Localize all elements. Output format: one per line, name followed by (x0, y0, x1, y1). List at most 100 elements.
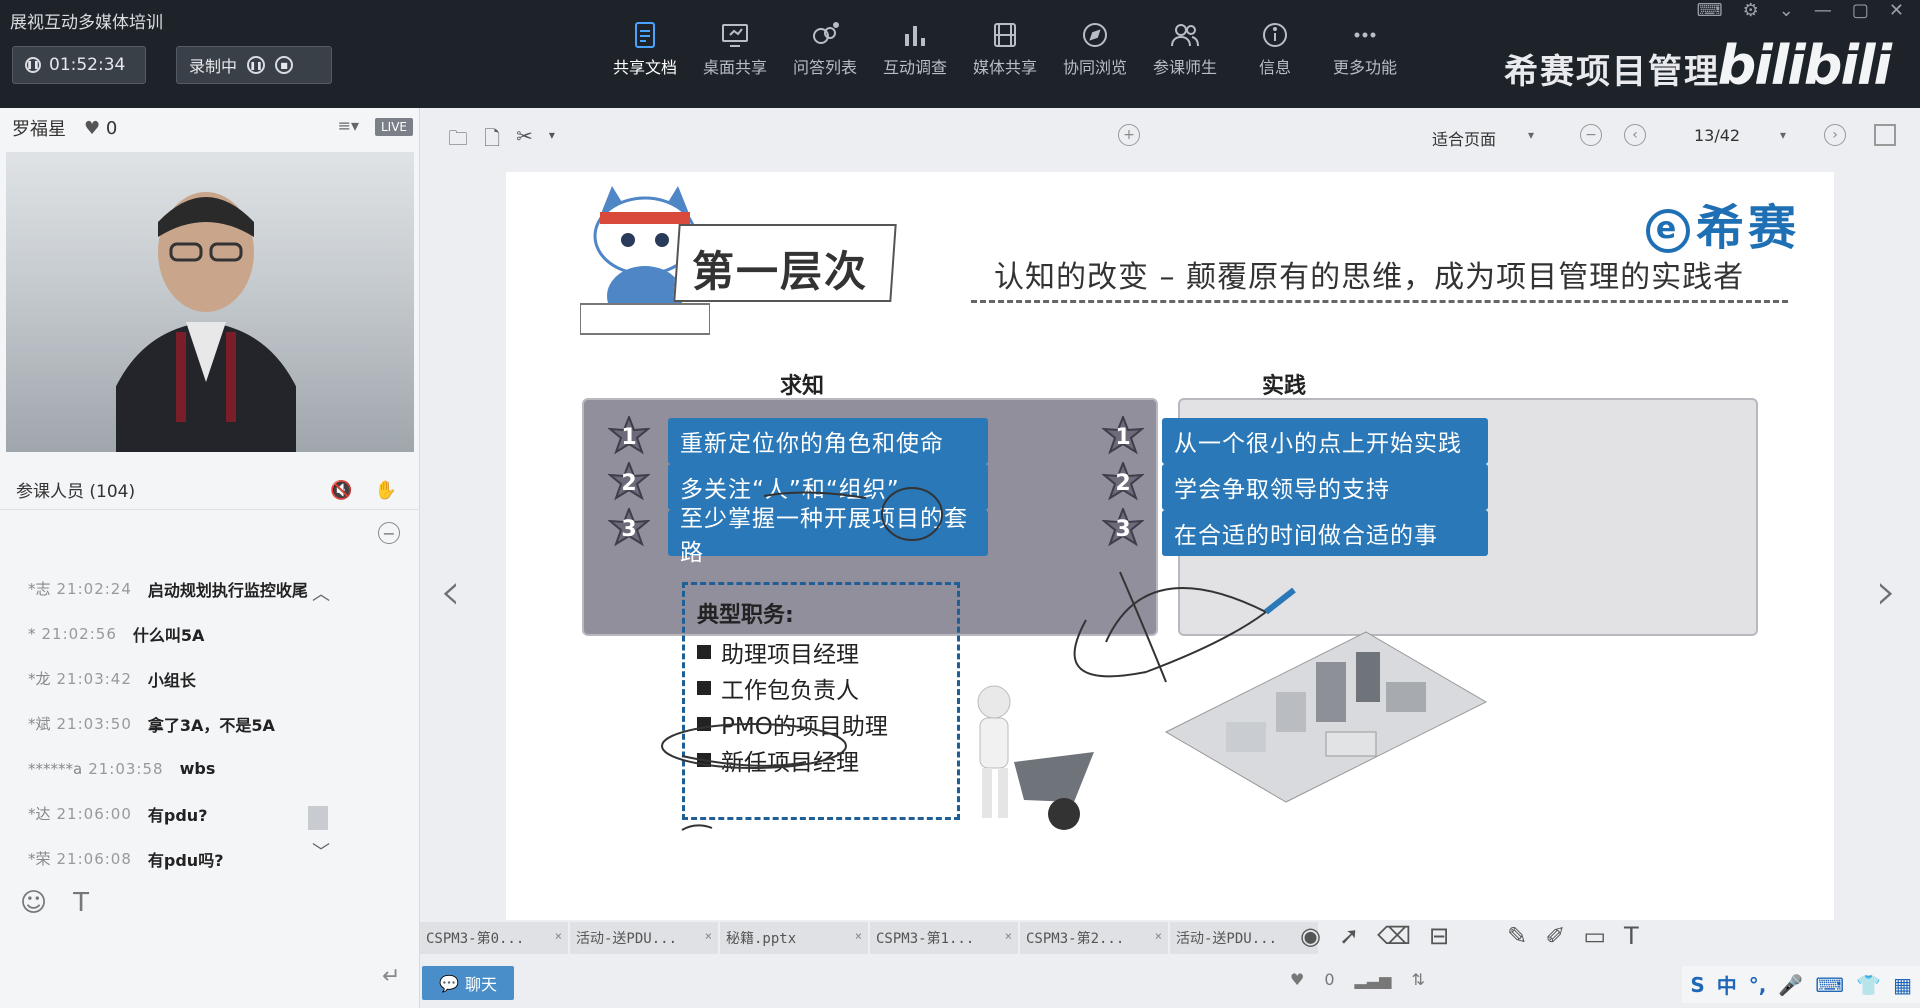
skin-icon[interactable]: 👕 (1856, 973, 1881, 997)
tool-media-share[interactable]: 媒体共享 (960, 16, 1050, 78)
role-item: 工作包负责人 (697, 671, 859, 705)
mute-icon[interactable]: 🔇 (330, 480, 352, 501)
annotation-toolbar: ◉ ➚ ⌫ ⊟ ✎ ✐ ▭ T (1300, 922, 1639, 950)
doc-tab[interactable]: CSPM3-第2... × (1020, 922, 1168, 954)
left-heading: 求知 (780, 374, 825, 399)
logo-e-icon: e (1646, 209, 1690, 253)
chat-message: ******a 21:03:58 wbs (28, 746, 388, 791)
page-indicator[interactable]: 13/42 (1694, 126, 1740, 145)
tool-desktop-share[interactable]: 桌面共享 (690, 16, 780, 78)
tab-label: 活动-送PDU... (576, 931, 678, 947)
doc-tab[interactable]: CSPM3-第1... × (870, 922, 1018, 954)
fit-page-select[interactable]: 适合页面 (1432, 126, 1496, 150)
tool-info[interactable]: 信息 (1230, 16, 1320, 78)
role-text: 新任项目经理 (721, 750, 859, 776)
more-icon (1354, 32, 1376, 38)
zoom-in-icon[interactable]: + (1118, 124, 1140, 146)
chevron-down-icon[interactable]: ▾ (1528, 128, 1534, 142)
chat-message: * 21:02:56 什么叫5A (28, 611, 388, 656)
close-icon[interactable]: × (705, 929, 712, 943)
number-badge: 1 (1100, 414, 1146, 458)
grid-icon[interactable]: ▦ (1893, 973, 1912, 997)
chevron-down-icon[interactable]: ▾ (549, 124, 555, 158)
pen-icon[interactable]: ✐ (1545, 922, 1565, 950)
rectangle-icon[interactable]: ▭ (1583, 922, 1606, 950)
doc-tab[interactable]: 活动-送PDU... × (570, 922, 718, 954)
close-icon[interactable]: × (1005, 929, 1012, 943)
fullscreen-icon[interactable] (1874, 124, 1896, 146)
tool-more[interactable]: 更多功能 (1320, 16, 1410, 78)
keyboard-icon[interactable]: ⌨ (1697, 0, 1723, 21)
prev-page-icon[interactable]: ‹ (1624, 124, 1646, 146)
chevron-down-icon[interactable]: ⌄ (1779, 0, 1794, 21)
co-browse-icon (1083, 23, 1107, 47)
scroll-down-icon[interactable]: ﹀ (312, 838, 330, 864)
participants-icon (1171, 24, 1199, 47)
doc-tab[interactable]: 秘籍.pptx × (720, 922, 868, 954)
doc-tab[interactable]: CSPM3-第0... × (420, 922, 568, 954)
document-tabs: CSPM3-第0... × 活动-送PDU... × 秘籍.pptx × CSPM3-… (420, 922, 1320, 954)
chat-button[interactable]: 💬 聊天 (422, 966, 514, 1000)
next-slide-icon[interactable]: › (1876, 562, 1897, 622)
prev-slide-icon[interactable]: ‹ (440, 562, 461, 622)
collapse-icon[interactable]: − (378, 522, 400, 544)
minimize-icon[interactable]: — (1814, 0, 1832, 21)
hand-icon[interactable]: ✋ (375, 480, 397, 501)
number-badge: 2 (606, 460, 652, 504)
settings-icon[interactable]: ⚙ (1743, 0, 1759, 21)
sogou-logo-icon[interactable]: S (1690, 973, 1704, 997)
new-file-icon[interactable]: 🗋 (484, 124, 500, 158)
doc-tab[interactable]: 活动-送PDU... × (1170, 922, 1318, 954)
eraser-icon[interactable]: ⌫ (1377, 922, 1411, 950)
microphone-icon[interactable]: 🎤 (1778, 973, 1803, 997)
recording-control[interactable]: 录制中 ❚❚ ■ (176, 46, 332, 84)
typical-roles-box: 典型职务: 助理项目经理 工作包负责人 PMO的项目助理 新任项目经理 (682, 582, 960, 820)
scissors-icon[interactable]: ✂ (516, 124, 533, 158)
close-icon[interactable]: × (555, 929, 562, 943)
punctuation-icon[interactable]: °, (1749, 973, 1767, 997)
return-icon[interactable]: ↵ (382, 964, 400, 989)
close-icon[interactable]: × (855, 929, 862, 943)
maximize-icon[interactable]: ▢ (1852, 0, 1869, 21)
list-menu-icon[interactable]: ≡▾ (338, 116, 359, 135)
stop-recording-icon[interactable]: ■ (275, 56, 294, 74)
ime-mode[interactable]: 中 (1717, 970, 1737, 999)
chat-messages: *志 21:02:24 启动规划执行监控收尾 * 21:02:56 什么叫5A *龙 21… (28, 566, 388, 881)
close-icon[interactable]: × (1155, 929, 1162, 943)
scroll-up-icon[interactable]: ︿ (312, 580, 330, 606)
heart-icon[interactable]: ♥ (1290, 970, 1304, 989)
chat-time: 21:02:24 (56, 579, 132, 598)
tool-participants[interactable]: 参课师生 (1140, 16, 1230, 78)
chat-sender: ******a (28, 759, 83, 778)
close-icon[interactable]: ✕ (1889, 0, 1904, 21)
tool-share-doc[interactable]: 共享文档 (600, 16, 690, 78)
chat-sender: *达 (28, 805, 51, 823)
pointer-icon[interactable]: ➚ (1339, 922, 1359, 950)
chat-input-tools: ☺ T (20, 888, 89, 918)
text-format-icon[interactable]: T (73, 888, 89, 918)
chat-scrollbar[interactable] (308, 806, 328, 830)
session-timer[interactable]: ❚❚ 01:52:34 (12, 46, 146, 84)
open-folder-icon[interactable]: 🗀 (448, 124, 468, 158)
next-page-icon[interactable]: › (1824, 124, 1846, 146)
record-dot-icon[interactable]: ◉ (1300, 922, 1321, 950)
tool-survey[interactable]: 互动调查 (870, 16, 960, 78)
status-like-count: 0 (1324, 970, 1335, 989)
like-group[interactable]: ♥ 0 (84, 118, 117, 139)
emoji-icon[interactable]: ☺ (20, 888, 47, 918)
roles-title: 典型职务: (697, 603, 794, 628)
pause-recording-icon[interactable]: ❚❚ (247, 56, 266, 74)
chat-sender: *斌 (28, 715, 51, 733)
tool-label: 信息 (1258, 58, 1291, 77)
chevron-down-icon[interactable]: ▾ (1780, 128, 1786, 142)
highlighter-icon[interactable]: ✎ (1507, 922, 1527, 950)
chat-sender: *志 (28, 580, 51, 598)
clear-icon[interactable]: ⊟ (1429, 922, 1449, 950)
tool-qa-list[interactable]: 问答列表 (780, 16, 870, 78)
chat-time: 21:06:00 (56, 804, 132, 823)
keyboard-icon[interactable]: ⌨ (1815, 973, 1844, 997)
tool-co-browse[interactable]: 协同浏览 (1050, 16, 1140, 78)
text-tool-icon[interactable]: T (1624, 922, 1639, 950)
zoom-out-icon[interactable]: − (1580, 124, 1602, 146)
chat-text: 什么叫5A (132, 625, 205, 645)
